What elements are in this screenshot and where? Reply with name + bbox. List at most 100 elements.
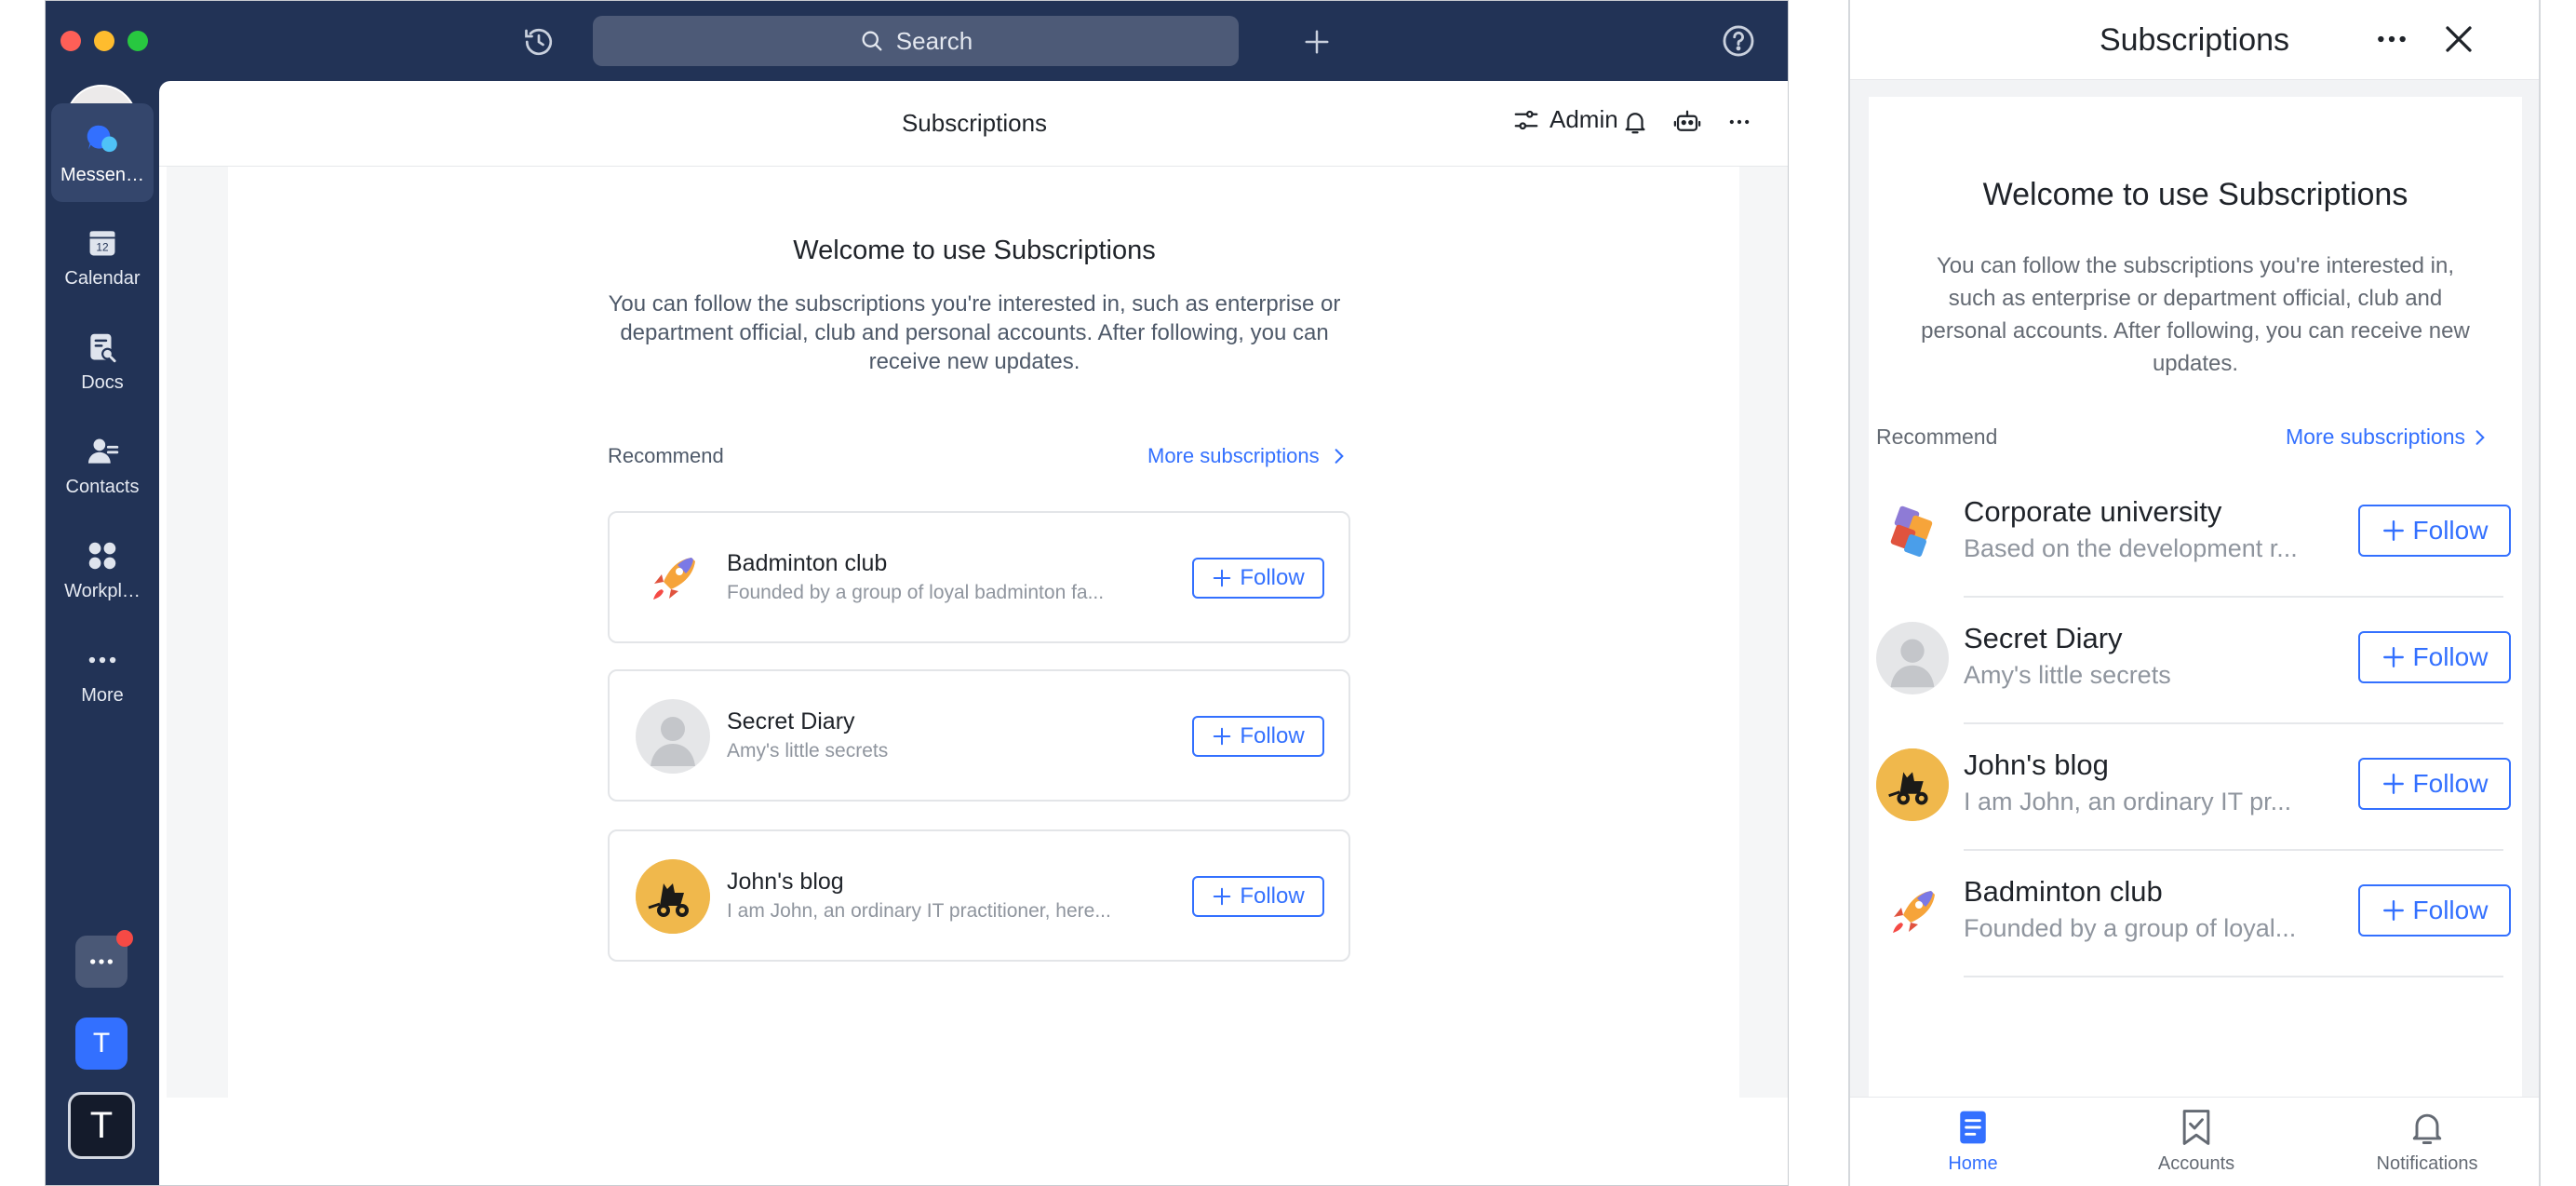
mobile-list-item[interactable]: Corporate university Based on the develo… — [1869, 471, 2522, 598]
sidebar-item-docs[interactable]: Docs — [51, 312, 154, 411]
history-button[interactable] — [517, 20, 561, 64]
subscription-card[interactable]: Badminton club Founded by a group of loy… — [608, 511, 1350, 643]
chevron-right-icon — [2475, 429, 2485, 445]
content-gutter-left — [167, 167, 228, 1098]
chevron-right-icon — [1335, 449, 1344, 464]
mobile-page-title: Subscriptions — [2099, 22, 2290, 58]
window-close-button[interactable] — [60, 31, 81, 51]
tab-home[interactable]: Home — [1898, 1107, 2047, 1181]
item-description: Amy's little secrets — [1964, 661, 2171, 689]
corporate-university-icon — [1876, 495, 1949, 568]
home-doc-icon — [1960, 1111, 1986, 1144]
sidebar-item-more[interactable]: More — [51, 625, 154, 723]
subscription-card[interactable]: John's blog I am John, an ordinary IT pr… — [608, 829, 1350, 962]
follow-button[interactable]: Follow — [2358, 758, 2511, 810]
sidebar-item-label: Workpl… — [64, 580, 141, 601]
bookmark-check-icon — [2182, 1110, 2210, 1145]
mobile-tab-bar: Home Accounts Notifications — [1850, 1097, 2539, 1186]
card-description: I am John, an ordinary IT practitioner, … — [727, 900, 1111, 922]
follow-label: Follow — [1240, 565, 1305, 590]
search-placeholder: Search — [895, 26, 973, 55]
tab-label: Accounts — [2157, 1153, 2235, 1174]
plus-icon — [1214, 887, 1231, 906]
item-name: John's blog — [1964, 748, 2109, 781]
bot-button[interactable] — [1670, 105, 1704, 139]
new-button[interactable] — [1295, 20, 1339, 64]
item-name: Badminton club — [1964, 875, 2163, 908]
subscription-card[interactable]: Secret Diary Amy's little secrets Follow — [608, 669, 1350, 802]
notification-badge — [116, 930, 133, 947]
tab-notifications[interactable]: Notifications — [2353, 1107, 2502, 1181]
docs-icon — [90, 333, 116, 362]
follow-button[interactable]: Follow — [1192, 716, 1324, 757]
follow-button[interactable]: Follow — [2358, 884, 2511, 937]
mobile-list-item[interactable]: Secret Diary Amy's little secrets Follow — [1869, 598, 2522, 724]
person-placeholder-icon — [1876, 622, 1949, 694]
mobile-list-item[interactable]: John's blog I am John, an ordinary IT pr… — [1869, 724, 2522, 851]
plus-icon — [1214, 569, 1231, 587]
plus-icon — [2382, 774, 2404, 794]
window-minimize-button[interactable] — [94, 31, 114, 51]
card-description: Amy's little secrets — [727, 740, 889, 761]
item-description: Founded by a group of loyal... — [1964, 914, 2297, 942]
admin-button[interactable]: Admin — [1512, 105, 1618, 134]
sidebar-item-label: More — [81, 684, 124, 706]
mobile-more-subscriptions-link[interactable]: More subscriptions — [2286, 425, 2486, 450]
wheelchair-cat-icon — [1876, 748, 1949, 821]
plus-icon — [2382, 520, 2404, 541]
tab-accounts[interactable]: Accounts — [2122, 1107, 2271, 1181]
messenger-icon — [87, 125, 117, 152]
plus-icon — [1305, 30, 1329, 54]
sidebar-item-workplace[interactable]: Workpl… — [51, 520, 154, 619]
desktop-window: Search Messen… 12 Calendar Docs Contacts… — [45, 0, 1789, 1186]
more-icon — [88, 656, 116, 663]
dock-app-t-dark-button[interactable]: T — [68, 1092, 135, 1159]
welcome-description: You can follow the subscriptions you're … — [608, 291, 1341, 374]
divider — [1964, 976, 2503, 977]
sidebar-item-messenger[interactable]: Messen… — [51, 103, 154, 202]
card-name: Badminton club — [727, 550, 888, 576]
mobile-more-button[interactable] — [2371, 19, 2412, 60]
mobile-gutter-left — [1850, 80, 1869, 1097]
sidebar-item-label: Calendar — [64, 267, 141, 289]
item-description: I am John, an ordinary IT pr... — [1964, 788, 2292, 815]
sidebar-item-label: Messen… — [60, 164, 145, 185]
follow-label: Follow — [1240, 723, 1305, 748]
follow-button[interactable]: Follow — [2358, 505, 2511, 557]
calendar-icon: 12 — [89, 230, 115, 255]
card-description: Founded by a group of loyal badminton fa… — [727, 582, 1105, 603]
rocket-icon — [636, 541, 710, 615]
more-subscriptions-link[interactable]: More subscriptions — [1147, 444, 1346, 468]
mobile-close-button[interactable] — [2438, 19, 2479, 60]
bell-icon — [2412, 1113, 2442, 1144]
follow-button[interactable]: Follow — [1192, 876, 1324, 917]
workplace-icon — [88, 542, 116, 569]
settings-sliders-icon — [1514, 110, 1538, 129]
mobile-recommend-label: Recommend — [1876, 425, 1998, 449]
mobile-panel: Subscriptions Welcome to use Subscriptio… — [1848, 0, 2541, 1186]
item-name: Secret Diary — [1964, 622, 2123, 654]
help-button[interactable] — [1715, 18, 1762, 64]
mobile-list-item[interactable]: Badminton club Founded by a group of loy… — [1869, 851, 2522, 977]
window-maximize-button[interactable] — [127, 31, 148, 51]
dock-app-t-button[interactable]: T — [75, 1018, 127, 1070]
mobile-gutter-top — [1850, 80, 2539, 97]
follow-button[interactable]: Follow — [2358, 631, 2511, 683]
dock-more-apps-button[interactable] — [75, 930, 133, 988]
app-t-dark-icon: T — [89, 1104, 114, 1146]
sidebar-item-contacts[interactable]: Contacts — [51, 416, 154, 515]
more-horizontal-icon — [2378, 35, 2406, 43]
wheelchair-cat-icon — [636, 859, 710, 934]
search-input[interactable]: Search — [593, 16, 1239, 66]
sidebar-item-label: Docs — [81, 371, 124, 393]
person-placeholder-icon — [636, 699, 710, 774]
more-options-button[interactable] — [1723, 105, 1756, 139]
follow-button[interactable]: Follow — [1192, 558, 1324, 599]
mobile-welcome-title: Welcome to use Subscriptions — [1982, 177, 2408, 212]
welcome-title: Welcome to use Subscriptions — [793, 236, 1156, 265]
notifications-button[interactable] — [1618, 105, 1652, 139]
plus-icon — [2382, 900, 2404, 921]
card-name: Secret Diary — [727, 708, 855, 735]
sidebar-item-calendar[interactable]: 12 Calendar — [51, 208, 154, 306]
follow-label: Follow — [2412, 642, 2489, 671]
